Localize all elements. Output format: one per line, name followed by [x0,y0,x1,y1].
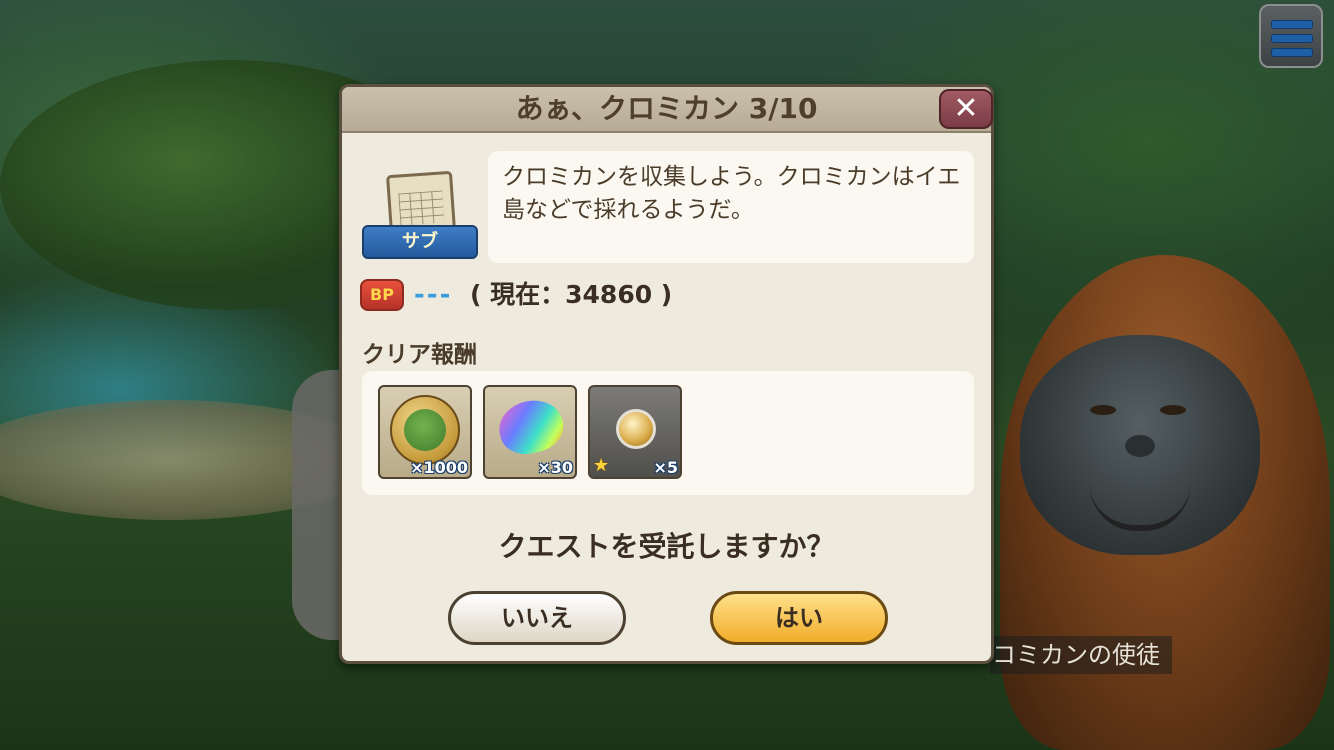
bp-value: --- [414,280,453,310]
bp-current: ( 現在：34860 ) [470,280,673,309]
hamburger-menu-icon [1271,34,1313,43]
npc-nose [1125,435,1155,457]
description-box: クロミカンを収集しよう。クロミカンはイエ島などで採れるようだ。 [488,151,974,263]
reward-item[interactable]: ×1000 [378,385,472,479]
npc-orangutan [990,255,1334,750]
hamburger-menu-icon [1271,48,1313,57]
reward-qty: ×1000 [410,458,468,477]
reward-qty: ×30 [537,458,573,477]
sub-ribbon: サブ [362,225,478,259]
npc-name-tag: コミカンの使徒 [990,636,1172,674]
star-icon: ★ [593,455,610,476]
rainbow-gem-icon [493,394,569,460]
close-button[interactable]: ✕ [939,89,993,129]
gold-orb-icon [616,409,656,449]
npc-face [1020,335,1260,555]
accept-question: クエストを受託しますか？ [498,530,835,563]
sub-quest-icon: サブ [362,170,478,265]
hamburger-menu-icon [1271,20,1313,29]
reward-item[interactable]: ×30 [483,385,577,479]
npc-eye-right [1160,405,1186,415]
yes-button[interactable]: はい [710,591,888,645]
reward-qty: ×5 [653,458,678,477]
close-icon: ✕ [953,91,979,126]
npc-mouth [1090,485,1190,531]
reward-item[interactable]: ★ ×5 [588,385,682,479]
npc-eye-left [1090,405,1116,415]
dialog-title: あぁ、クロミカン 3/10 [515,92,818,125]
medal-coin-icon [390,395,460,465]
reward-label: クリア報酬 [362,342,477,368]
quest-dialog: あぁ、クロミカン 3/10 ✕ サブ クロミカンを収集しよう。クロミカンはイエ島… [339,84,994,664]
quest-description: クロミカンを収集しよう。クロミカンはイエ島などで採れるようだ。 [502,164,961,223]
no-button[interactable]: いいえ [448,591,626,645]
bp-icon: BP [360,279,404,311]
reward-box: ×1000 ×30 ★ ×5 [362,371,974,495]
menu-button[interactable] [1259,4,1323,68]
